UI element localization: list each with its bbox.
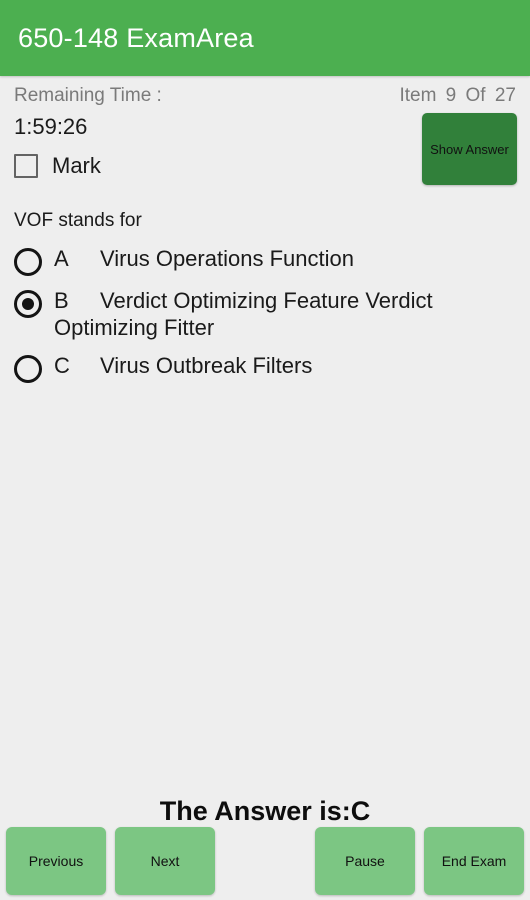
radio-checked-icon[interactable] (14, 290, 42, 318)
option-letter-c: C (54, 353, 70, 378)
radio-unchecked-icon[interactable] (14, 355, 42, 383)
option-body-c: C Virus Outbreak Filters (54, 352, 312, 379)
radio-unchecked-icon[interactable] (14, 248, 42, 276)
footer-button-bar: Previous Next Pause End Exam (0, 827, 530, 900)
checkbox-unchecked-icon[interactable] (14, 154, 38, 178)
option-text-a: Virus Operations Function (100, 246, 354, 271)
end-exam-button[interactable]: End Exam (424, 827, 524, 895)
item-counter: Item 9 Of 27 (399, 85, 516, 106)
answer-reveal-text: The Answer is:C (159, 796, 371, 826)
option-text-b: Verdict Optimizing Feature Verdict Optim… (54, 288, 433, 340)
option-text-c: Virus Outbreak Filters (100, 353, 313, 378)
status-row: Remaining Time : Item 9 Of 27 (0, 76, 530, 107)
next-button[interactable]: Next (115, 827, 215, 895)
page-title: 650-148 ExamArea (18, 22, 254, 53)
option-letter-a: A (54, 246, 69, 271)
option-letter-b: B (54, 288, 69, 313)
option-row-b[interactable]: B Verdict Optimizing Feature Verdict Opti… (14, 281, 516, 346)
option-row-a[interactable]: A Virus Operations Function (14, 239, 516, 281)
option-body-a: A Virus Operations Function (54, 245, 354, 272)
question-area: VOF stands for A Virus Operations Functio… (0, 209, 530, 388)
option-row-c[interactable]: C Virus Outbreak Filters (14, 346, 516, 388)
option-body-b: B Verdict Optimizing Feature Verdict Opti… (54, 287, 516, 341)
question-text: VOF stands for (14, 210, 142, 231)
remaining-time-label: Remaining Time : (14, 85, 162, 106)
pause-button[interactable]: Pause (315, 827, 415, 895)
timer-block: 1:59:26 Mark Show Answer (0, 113, 530, 209)
app-bar: 650-148 ExamArea (0, 0, 530, 76)
mark-label: Mark (52, 153, 101, 178)
show-answer-button[interactable]: Show Answer (422, 113, 517, 185)
previous-button[interactable]: Previous (6, 827, 106, 895)
